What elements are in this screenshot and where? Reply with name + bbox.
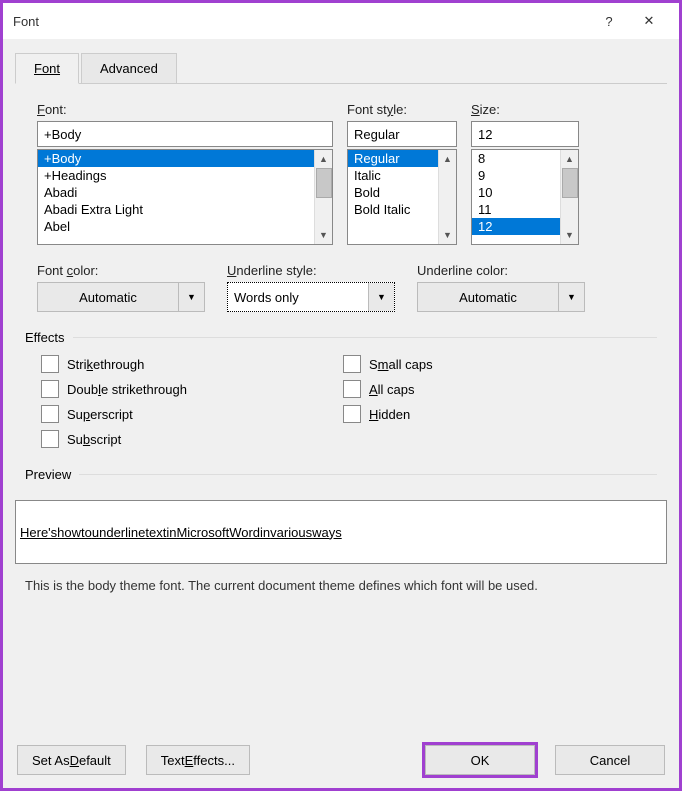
tab-advanced[interactable]: Advanced: [81, 53, 177, 83]
fontstyle-listbox[interactable]: RegularItalicBoldBold Italic ▲ ▼: [347, 149, 457, 245]
fontstyle-scrollbar[interactable]: ▲ ▼: [438, 150, 456, 244]
list-item[interactable]: Abadi: [38, 184, 332, 201]
size-scrollbar[interactable]: ▲ ▼: [560, 150, 578, 244]
size-label: Size:: [471, 102, 579, 117]
list-item[interactable]: +Headings: [38, 167, 332, 184]
preview-label: Preview: [25, 467, 79, 482]
scroll-down-icon[interactable]: ▼: [439, 226, 456, 244]
font-row: Font: +Body+HeadingsAbadiAbadi Extra Lig…: [15, 102, 667, 245]
checkbox-strikethrough[interactable]: Strikethrough: [41, 355, 343, 373]
fontcolor-label: Font color:: [37, 263, 205, 278]
size-input[interactable]: [471, 121, 579, 147]
dialog-title: Font: [13, 14, 589, 29]
list-item[interactable]: Abadi Extra Light: [38, 201, 332, 218]
cancel-button[interactable]: Cancel: [555, 745, 665, 775]
checkbox-allcaps[interactable]: All caps: [343, 380, 645, 398]
checkbox-doublestrike[interactable]: Double strikethrough: [41, 380, 343, 398]
checkbox-superscript[interactable]: Superscript: [41, 405, 343, 423]
preview-box: Here's how to underline text in Microsof…: [15, 500, 667, 564]
button-bar: Set As Default Text Effects... OK Cancel: [3, 732, 679, 788]
scroll-up-icon[interactable]: ▲: [439, 150, 456, 168]
font-dialog: Font ? ✕ Font Advanced Font: +Body+Headi…: [0, 0, 682, 791]
font-listbox[interactable]: +Body+HeadingsAbadiAbadi Extra LightAbel…: [37, 149, 333, 245]
scroll-up-icon[interactable]: ▲: [561, 150, 578, 168]
effects-label: Effects: [25, 330, 73, 345]
scroll-down-icon[interactable]: ▼: [315, 226, 332, 244]
scroll-thumb[interactable]: [316, 168, 332, 198]
scroll-up-icon[interactable]: ▲: [315, 150, 332, 168]
underlinestyle-label: Underline style:: [227, 263, 395, 278]
help-button[interactable]: ?: [589, 3, 629, 39]
color-row: Font color: Automatic ▼ Underline style:…: [15, 263, 667, 312]
underlinecolor-label: Underline color:: [417, 263, 585, 278]
set-default-button[interactable]: Set As Default: [17, 745, 126, 775]
effects-group: Strikethrough Double strikethrough Super…: [15, 345, 667, 455]
scroll-down-icon[interactable]: ▼: [561, 226, 578, 244]
chevron-down-icon: ▼: [368, 283, 394, 311]
checkbox-smallcaps[interactable]: Small caps: [343, 355, 645, 373]
checkbox-subscript[interactable]: Subscript: [41, 430, 343, 448]
list-item[interactable]: Abel: [38, 218, 332, 235]
list-item[interactable]: +Body: [38, 150, 332, 167]
dialog-body: Font Advanced Font: +Body+HeadingsAbadiA…: [3, 39, 679, 605]
underlinecolor-combo[interactable]: Automatic ▼: [417, 282, 585, 312]
preview-description: This is the body theme font. The current…: [15, 578, 667, 593]
chevron-down-icon: ▼: [178, 283, 204, 311]
scroll-thumb[interactable]: [562, 168, 578, 198]
tabstrip: Font Advanced: [15, 53, 667, 84]
chevron-down-icon: ▼: [558, 283, 584, 311]
size-listbox[interactable]: 89101112 ▲ ▼: [471, 149, 579, 245]
font-label: Font:: [37, 102, 333, 117]
underlinestyle-combo[interactable]: Words only ▼: [227, 282, 395, 312]
tab-font[interactable]: Font: [15, 53, 79, 84]
checkbox-hidden[interactable]: Hidden: [343, 405, 645, 423]
close-button[interactable]: ✕: [629, 3, 669, 39]
titlebar: Font ? ✕: [3, 3, 679, 39]
font-scrollbar[interactable]: ▲ ▼: [314, 150, 332, 244]
fontcolor-combo[interactable]: Automatic ▼: [37, 282, 205, 312]
font-input[interactable]: [37, 121, 333, 147]
ok-button[interactable]: OK: [425, 745, 535, 775]
fontstyle-label: Font style:: [347, 102, 457, 117]
fontstyle-input[interactable]: [347, 121, 457, 147]
text-effects-button[interactable]: Text Effects...: [146, 745, 250, 775]
